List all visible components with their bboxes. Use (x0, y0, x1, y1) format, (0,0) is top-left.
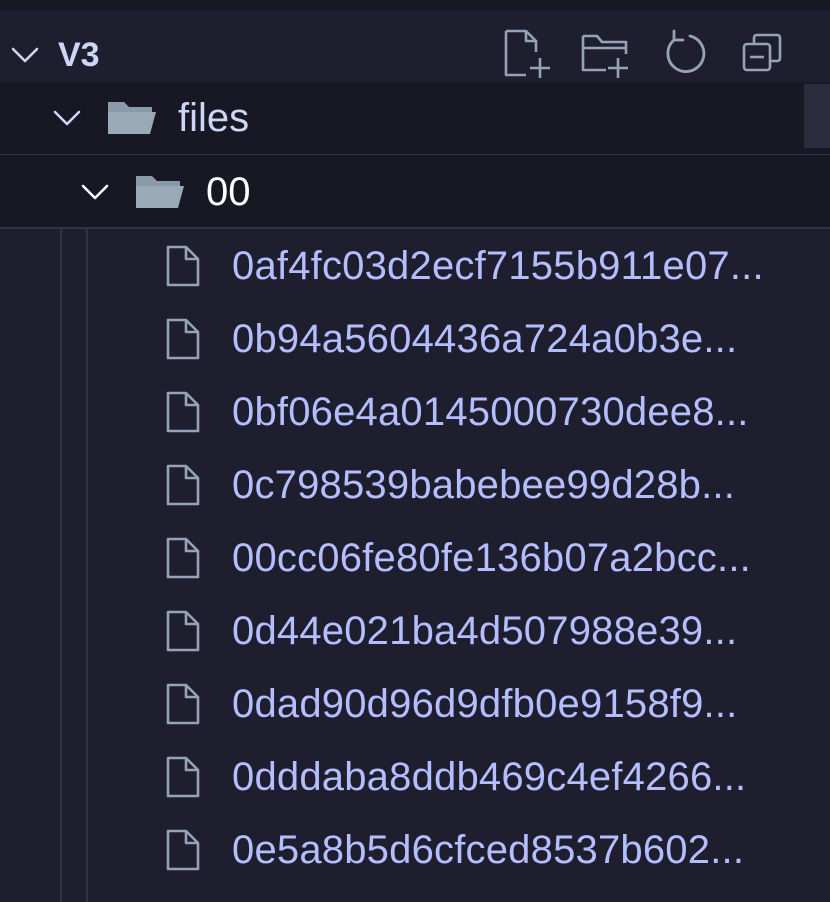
file-item[interactable]: 0b94a5604436a724a0b3e... (0, 303, 830, 376)
chevron-down-icon[interactable] (78, 175, 112, 209)
file-item[interactable]: 00cc06fe80fe136b07a2bcc... (0, 522, 830, 595)
section-header[interactable]: V3 (0, 10, 830, 80)
file-item[interactable]: 0af4fc03d2ecf7155b911e07... (0, 230, 830, 303)
file-icon (164, 536, 202, 580)
section-title: V3 (58, 36, 100, 74)
chevron-down-icon[interactable] (50, 101, 84, 135)
file-item[interactable]: 0dddaba8ddb469c4ef4266... (0, 741, 830, 814)
file-icon (164, 463, 202, 507)
file-icon (164, 828, 202, 872)
file-icon (164, 317, 202, 361)
subfolder-label: 00 (206, 170, 251, 214)
file-item[interactable]: 0dad90d96d9dfb0e9158f9... (0, 668, 830, 741)
file-name: 0d44e021ba4d507988e39... (232, 609, 738, 653)
tree-folder-files[interactable]: files (0, 82, 830, 156)
file-item[interactable]: 0c798539babebee99d28b... (0, 449, 830, 522)
folder-label: files (178, 96, 250, 140)
file-item[interactable]: 0d44e021ba4d507988e39... (0, 595, 830, 668)
folder-open-icon (134, 172, 186, 212)
file-name: 0af4fc03d2ecf7155b911e07... (232, 244, 764, 288)
top-strip (0, 0, 830, 10)
file-item[interactable]: 0e5a8b5d6cfced8537b602... (0, 814, 830, 887)
file-icon (164, 244, 202, 288)
file-icon (164, 609, 202, 653)
tree-folder-00[interactable]: 00 (0, 155, 830, 229)
file-name: 0dad90d96d9dfb0e9158f9... (232, 682, 738, 726)
file-icon (164, 755, 202, 799)
file-item[interactable]: 0bf06e4a0145000730dee8... (0, 376, 830, 449)
file-name: 00cc06fe80fe136b07a2bcc... (232, 536, 751, 580)
file-explorer: V3 files 00 0af4fc03d2ecf7155b911e07... … (0, 0, 830, 902)
file-name: 0c798539babebee99d28b... (232, 463, 736, 507)
scrollbar-thumb[interactable] (804, 84, 830, 148)
file-name: 0e5a8b5d6cfced8537b602... (232, 828, 745, 872)
file-icon (164, 682, 202, 726)
collapse-all-icon[interactable] (740, 28, 790, 80)
new-file-icon[interactable] (502, 28, 552, 80)
file-name: 0dddaba8ddb469c4ef4266... (232, 755, 747, 799)
new-folder-icon[interactable] (580, 28, 630, 80)
file-icon (164, 390, 202, 434)
file-name: 0b94a5604436a724a0b3e... (232, 317, 738, 361)
chevron-down-icon[interactable] (8, 38, 42, 72)
file-name: 0bf06e4a0145000730dee8... (232, 390, 749, 434)
refresh-icon[interactable] (660, 28, 710, 80)
folder-open-icon (106, 98, 158, 138)
